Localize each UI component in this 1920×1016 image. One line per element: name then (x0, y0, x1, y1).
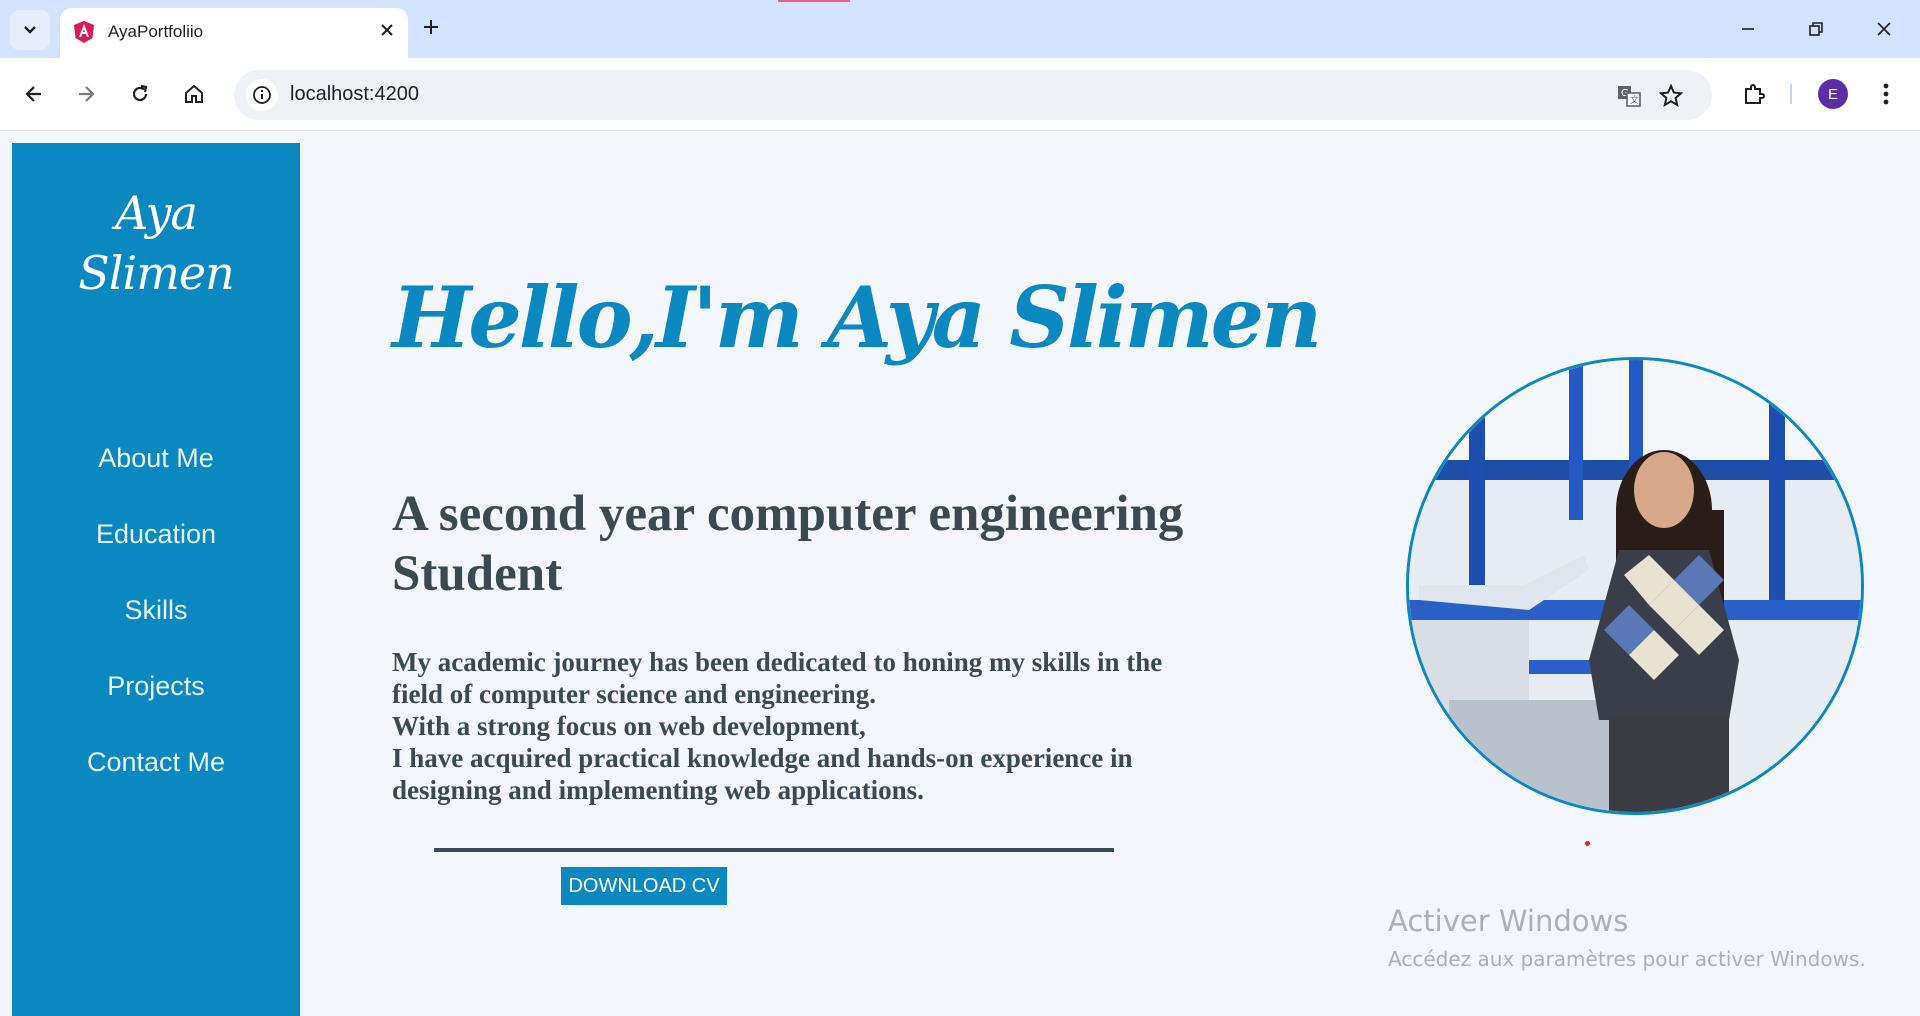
close-tab-button[interactable] (380, 18, 394, 42)
tab-title: AyaPortfoliio (108, 22, 204, 41)
minimize-button[interactable] (1728, 12, 1768, 46)
paragraph-line: field of computer science and engineerin… (392, 679, 876, 709)
reload-button[interactable] (122, 76, 158, 112)
paragraph-line: designing and implementing web applicati… (392, 775, 924, 805)
download-cv-button[interactable]: DOWNLOAD CV (561, 867, 727, 905)
close-icon (1877, 22, 1891, 36)
hero-title: Hello,I'm Aya Slimen (392, 268, 1322, 367)
restore-icon (1809, 22, 1823, 36)
translate-button[interactable]: G文 (1616, 83, 1642, 109)
red-dot-marker (1585, 841, 1590, 846)
profile-photo-illustration (1409, 360, 1861, 812)
nav-education[interactable]: Education (12, 519, 300, 550)
browser-toolbar: localhost:4200 G文 E (0, 58, 1920, 131)
nav-skills[interactable]: Skills (12, 595, 300, 626)
nav-contact-me[interactable]: Contact Me (12, 747, 300, 778)
windows-watermark-title: Activer Windows (1388, 904, 1629, 938)
site-info-button[interactable] (246, 79, 278, 111)
chevron-down-icon (24, 26, 36, 34)
reload-icon (132, 84, 148, 102)
angular-logo-icon (74, 21, 94, 43)
browser-menu-button[interactable] (1868, 76, 1904, 112)
forward-button[interactable] (68, 76, 104, 112)
url-text[interactable]: localhost:4200 (290, 83, 419, 106)
sidebar: Aya Slimen About Me Education Skills Pro… (12, 143, 300, 1016)
restore-button[interactable] (1796, 12, 1836, 46)
puzzle-icon (1745, 84, 1765, 104)
close-icon (381, 24, 393, 36)
arrow-left-icon (25, 86, 41, 102)
toolbar-separator (1790, 84, 1792, 104)
home-icon (185, 84, 203, 103)
close-window-button[interactable] (1864, 12, 1904, 46)
home-button[interactable] (176, 76, 212, 112)
brand-line-2: Slimen (78, 246, 234, 300)
brand-logo[interactable]: Aya Slimen (12, 183, 300, 303)
paragraph-line: With a strong focus on web development, (392, 711, 866, 741)
tab-search-button[interactable] (10, 10, 50, 50)
kebab-menu-icon (1883, 83, 1889, 105)
nav-about-me[interactable]: About Me (12, 443, 300, 474)
new-tab-button[interactable] (422, 12, 440, 42)
translate-icon: G文 (1618, 86, 1641, 107)
minimize-icon (1742, 28, 1754, 30)
hero-paragraph: My academic journey has been dedicated t… (392, 646, 1252, 806)
svg-text:文: 文 (1630, 94, 1639, 106)
bookmark-button[interactable] (1658, 83, 1684, 109)
plus-icon (424, 20, 438, 34)
address-bar[interactable]: localhost:4200 G文 (234, 70, 1712, 120)
tab-strip-indicator (778, 0, 850, 2)
paragraph-line: My academic journey has been dedicated t… (392, 647, 1163, 677)
arrow-right-icon (79, 86, 95, 102)
browser-tab[interactable]: AyaPortfoliio (60, 8, 408, 58)
windows-watermark-subtitle: Accédez aux paramètres pour activer Wind… (1388, 947, 1866, 971)
back-button[interactable] (16, 76, 52, 112)
paragraph-line: I have acquired practical knowledge and … (392, 743, 1133, 773)
browser-tab-bar: AyaPortfoliio (0, 0, 1920, 58)
nav-projects[interactable]: Projects (12, 671, 300, 702)
info-icon (253, 86, 271, 104)
star-icon (1659, 84, 1683, 108)
hero-subtitle: A second year computer engineering Stude… (392, 486, 1184, 602)
section-divider (434, 848, 1114, 852)
brand-line-1: Aya (115, 186, 198, 240)
extensions-button[interactable] (1736, 76, 1772, 112)
profile-avatar[interactable]: E (1818, 79, 1848, 109)
profile-photo (1406, 357, 1864, 815)
